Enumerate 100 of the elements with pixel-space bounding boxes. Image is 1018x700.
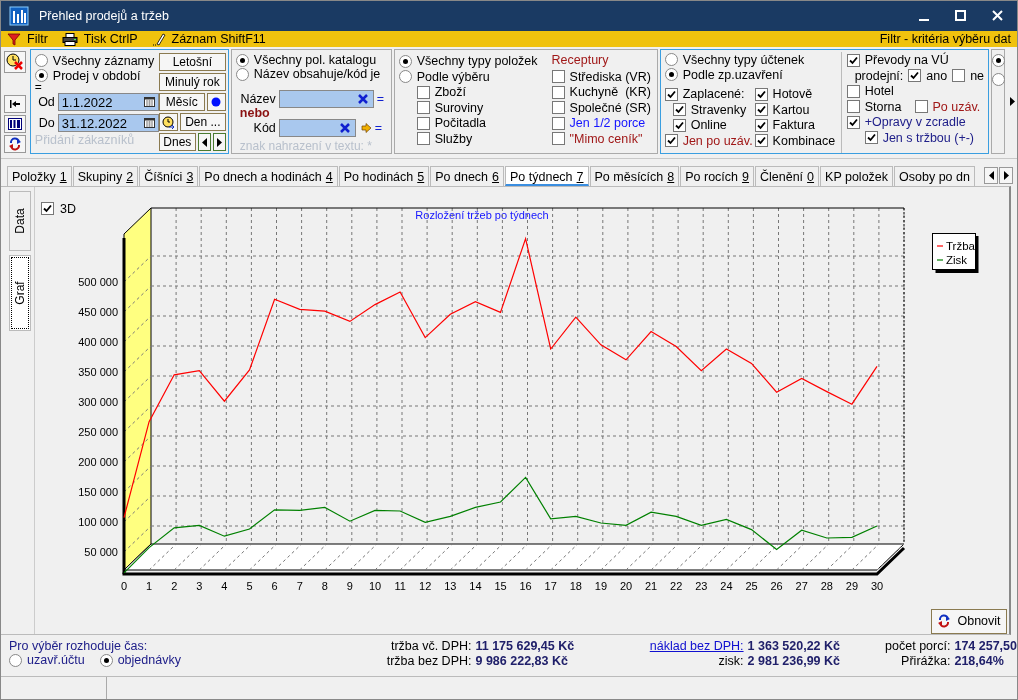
checkbox[interactable]: [846, 84, 860, 98]
radio-button[interactable]: [9, 653, 22, 667]
side-tab[interactable]: Graf: [9, 254, 31, 331]
tab[interactable]: Po dnech a hodinách 4: [199, 165, 338, 186]
tab[interactable]: Po týdnech 7: [505, 165, 589, 186]
previous-button[interactable]: [197, 133, 211, 152]
toolbar-button[interactable]: Filtr: [7, 32, 48, 46]
checkbox[interactable]: [416, 85, 430, 99]
tab[interactable]: Skupiny 2: [72, 165, 139, 186]
stat-link[interactable]: náklad bez DPH:: [622, 638, 744, 654]
checkbox[interactable]: [551, 132, 565, 146]
radio-button[interactable]: [99, 653, 113, 667]
name-field[interactable]: [278, 90, 374, 109]
this-year-button[interactable]: Letošní: [158, 53, 226, 72]
scroll-left-button[interactable]: [984, 166, 998, 184]
scroll-right-button[interactable]: [999, 166, 1013, 184]
checkbox[interactable]: [754, 118, 768, 132]
tab[interactable]: Položky 1: [7, 165, 72, 186]
date-field[interactable]: 1.1.2022: [57, 93, 159, 112]
checkbox[interactable]: [846, 100, 860, 114]
checkbox[interactable]: [846, 115, 860, 129]
checkbox-label: Převody na VÚ: [864, 53, 949, 68]
clear-icon: [339, 123, 350, 134]
checkbox[interactable]: [754, 103, 768, 117]
tab[interactable]: Osoby po dn: [894, 165, 975, 186]
skip-left-icon: [9, 99, 22, 110]
checkbox-label: Společné (SR): [569, 100, 651, 115]
refresh-button[interactable]: [4, 135, 27, 154]
month-button[interactable]: Měsíc: [158, 93, 205, 112]
radio-button[interactable]: [235, 67, 249, 81]
x-axis-label: 28: [820, 579, 833, 592]
checkbox-label: "Mimo ceník": [569, 131, 643, 146]
maximize-icon[interactable]: [955, 10, 966, 22]
checkbox[interactable]: [416, 101, 430, 115]
field-label: Kód: [252, 121, 276, 136]
x-axis-label: 19: [594, 579, 607, 592]
checkbox[interactable]: [672, 118, 686, 132]
stat-value: 9 986 222,83 Kč: [475, 653, 569, 669]
checkbox[interactable]: [551, 70, 565, 84]
stat-value: 1 363 520,22 Kč: [747, 638, 841, 654]
date-field[interactable]: 31.12.2022: [57, 114, 159, 133]
checkbox[interactable]: [551, 85, 565, 99]
today-button[interactable]: Dnes: [158, 133, 196, 152]
checkbox[interactable]: [952, 69, 966, 83]
checkbox-label: Online: [690, 118, 727, 133]
day-button[interactable]: Den ...: [179, 113, 226, 132]
columns-button[interactable]: [4, 115, 27, 134]
checkbox[interactable]: [908, 69, 922, 83]
checkbox[interactable]: [864, 131, 878, 145]
checkbox-label: Jen s tržbou (+-): [882, 130, 974, 145]
radio-button[interactable]: [398, 54, 412, 68]
radio-button[interactable]: [992, 73, 1006, 87]
tab[interactable]: Po hodinách 5: [338, 165, 430, 186]
x-axis-label: 9: [346, 579, 353, 592]
tab[interactable]: KP položek: [820, 165, 894, 186]
checkbox[interactable]: [664, 134, 678, 148]
x-axis-label: 21: [644, 579, 658, 592]
code-field[interactable]: [278, 119, 356, 138]
checkbox[interactable]: [754, 87, 768, 101]
checkbox[interactable]: [551, 116, 565, 130]
toolbar-button[interactable]: Záznam ShiftF11: [151, 32, 266, 46]
radio-button[interactable]: [664, 53, 678, 67]
checkbox[interactable]: [416, 132, 430, 146]
radio-button[interactable]: [992, 54, 1006, 68]
y-axis-label: 50 000: [84, 545, 118, 558]
clear-filter-button[interactable]: [4, 51, 27, 74]
equals-sign: =: [374, 121, 383, 136]
checkbox[interactable]: [41, 202, 54, 216]
first-record-button[interactable]: [4, 95, 27, 114]
x-axis-label: 26: [770, 579, 783, 592]
last-year-button[interactable]: Minulý rok: [158, 73, 226, 92]
checkbox[interactable]: [416, 116, 430, 130]
x-axis-label: 13: [444, 579, 457, 592]
close-icon[interactable]: [992, 10, 1003, 22]
checkbox[interactable]: [664, 87, 678, 101]
stat-value: 218,64%: [954, 653, 1005, 669]
arrow-right-icon[interactable]: [360, 123, 372, 134]
checkbox-label: Suroviny: [434, 100, 484, 115]
time-button[interactable]: [158, 113, 178, 132]
tab[interactable]: Členění 0: [755, 165, 820, 186]
radio-button[interactable]: [34, 54, 48, 68]
radio-button[interactable]: [235, 53, 249, 67]
dot-button[interactable]: [206, 93, 226, 112]
radio-button[interactable]: [398, 70, 412, 84]
checkbox[interactable]: [754, 134, 768, 148]
next-button[interactable]: [212, 133, 226, 152]
radio-button[interactable]: [34, 69, 48, 83]
radio-button[interactable]: [664, 68, 678, 82]
checkbox[interactable]: [914, 100, 928, 114]
toolbar-button[interactable]: Tisk CtrlP: [61, 32, 138, 46]
checkbox[interactable]: [846, 53, 860, 67]
checkbox[interactable]: [551, 101, 565, 115]
refresh-button[interactable]: Obnovit: [931, 608, 1007, 634]
printer-icon: [61, 32, 78, 46]
tab[interactable]: Po dnech 6: [430, 165, 504, 186]
side-tab[interactable]: Data: [9, 190, 31, 251]
tab[interactable]: Číšníci 3: [139, 165, 199, 186]
tab[interactable]: Po rocích 9: [680, 165, 754, 186]
checkbox[interactable]: [672, 103, 686, 117]
tab[interactable]: Po měsících 8: [589, 165, 680, 186]
